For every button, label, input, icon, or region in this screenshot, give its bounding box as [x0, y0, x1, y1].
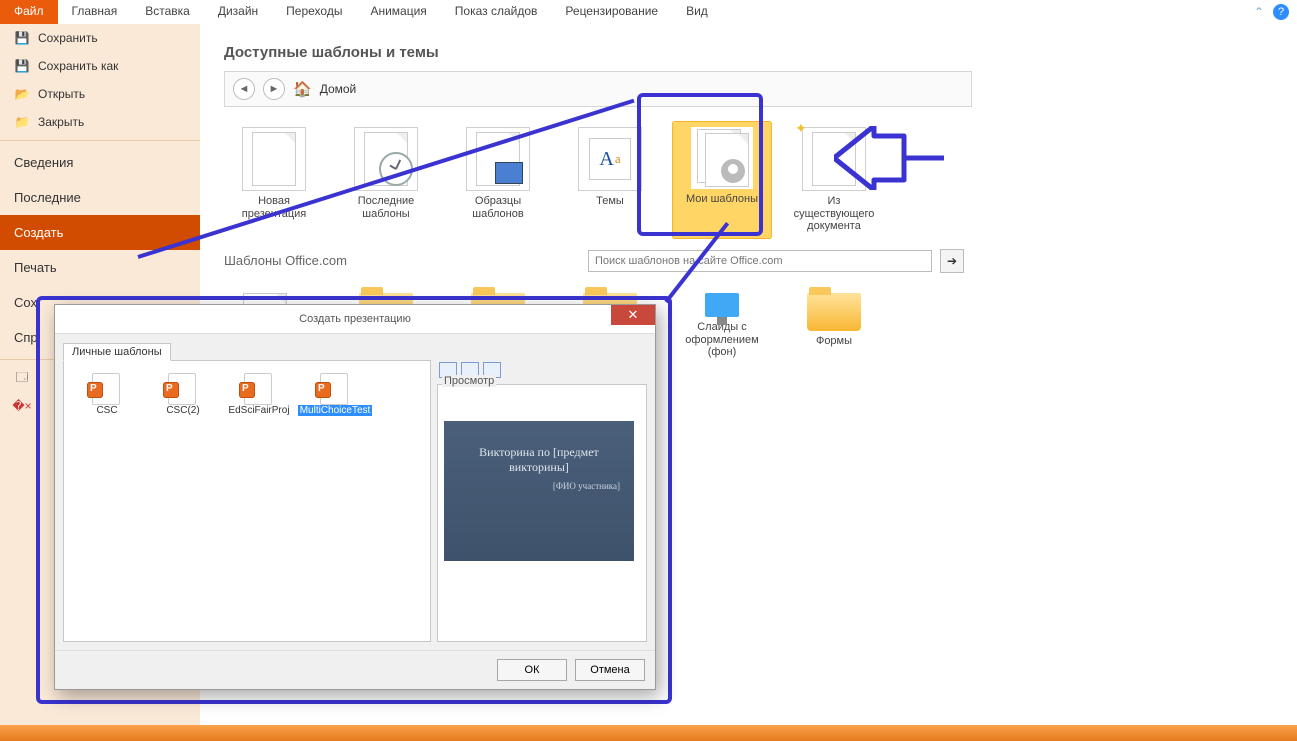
dialog-cancel-button[interactable]: Отмена: [575, 659, 645, 681]
template-blank-label: Новая презентация: [226, 195, 322, 220]
content-heading: Доступные шаблоны и темы: [224, 44, 1273, 61]
dialog-titlebar: Создать презентацию ✕: [55, 305, 655, 334]
preview-slide-title: Викторина по [предмет викторины]: [458, 445, 620, 475]
sidebar-help-label: Спр: [14, 330, 38, 345]
sidebar-open-label: Открыть: [38, 87, 85, 101]
saveas-icon: 💾: [14, 58, 30, 74]
tab-transitions[interactable]: Переходы: [272, 0, 356, 24]
exit-icon: �×: [14, 398, 30, 414]
search-go-button[interactable]: ➔: [940, 249, 964, 273]
sidebar-info[interactable]: Сведения: [0, 145, 200, 180]
options-icon: 🗔: [14, 370, 30, 386]
sidebar-new[interactable]: Создать: [0, 215, 200, 250]
category-slides-bg[interactable]: Слайды с оформлением (фон): [672, 287, 772, 365]
template-sample[interactable]: Образцы шаблонов: [448, 121, 548, 239]
new-presentation-dialog: Создать презентацию ✕ Личные шаблоны CSC…: [54, 304, 656, 690]
dlg-item-csc2-label: CSC(2): [166, 405, 199, 416]
template-existing-label: Из существующего документа: [786, 195, 882, 233]
template-search-input[interactable]: [588, 250, 932, 272]
template-sample-label: Образцы шаблонов: [450, 195, 546, 220]
sidebar-recent-label: Последние: [14, 190, 81, 205]
preview-label: Просмотр: [442, 375, 496, 387]
dialog-tab-personal[interactable]: Личные шаблоны: [63, 343, 171, 361]
nav-forward-button[interactable]: ►: [263, 78, 285, 100]
dialog-title-text: Создать презентацию: [299, 313, 411, 325]
help-icon[interactable]: ?: [1273, 4, 1289, 20]
template-my-label: Мои шаблоны: [686, 193, 758, 206]
breadcrumb-home[interactable]: Домой: [320, 82, 357, 96]
office-com-label: Шаблоны Office.com: [224, 253, 347, 268]
dlg-item-csc-label: CSC: [96, 405, 117, 416]
template-my-templates[interactable]: Мои шаблоны: [672, 121, 772, 239]
sidebar-saveas[interactable]: 💾 Сохранить как: [0, 52, 200, 80]
template-breadcrumb-bar: ◄ ► 🏠 Домой: [224, 71, 972, 107]
template-recent[interactable]: Последние шаблоны: [336, 121, 436, 239]
sidebar-print-label: Печать: [14, 260, 57, 275]
category-4-label: Слайды с оформлением (фон): [674, 321, 770, 359]
minimize-ribbon-icon[interactable]: ⌃: [1251, 4, 1267, 20]
template-recent-label: Последние шаблоны: [338, 195, 434, 220]
preview-slide-sub: [ФИО участника]: [458, 481, 620, 491]
dialog-template-list: Личные шаблоны CSC CSC(2) EdSciFairProj …: [63, 360, 431, 642]
dlg-item-multichoice[interactable]: MultiChoiceTest: [298, 369, 372, 420]
sidebar-info-label: Сведения: [14, 155, 73, 170]
dialog-ok-button[interactable]: ОК: [497, 659, 567, 681]
dlg-item-csc2[interactable]: CSC(2): [146, 369, 220, 420]
sidebar-saveas-label: Сохранить как: [38, 59, 118, 73]
office-com-row: Шаблоны Office.com ➔: [224, 249, 964, 273]
template-themes[interactable]: AaТемы: [560, 121, 660, 239]
home-icon[interactable]: 🏠: [293, 80, 312, 98]
sidebar-recent[interactable]: Последние: [0, 180, 200, 215]
tab-review[interactable]: Рецензирование: [551, 0, 672, 24]
dlg-item-edsci-label: EdSciFairProj: [228, 405, 289, 416]
open-icon: 📂: [14, 86, 30, 102]
sidebar-close-label: Закрыть: [38, 115, 84, 129]
tab-file[interactable]: Файл: [0, 0, 58, 24]
dlg-item-csc[interactable]: CSC: [70, 369, 144, 420]
tab-slideshow[interactable]: Показ слайдов: [441, 0, 552, 24]
preview-slide: Викторина по [предмет викторины] [ФИО уч…: [444, 421, 634, 561]
sidebar-save[interactable]: 💾 Сохранить: [0, 24, 200, 52]
nav-back-button[interactable]: ◄: [233, 78, 255, 100]
sidebar-new-label: Создать: [14, 225, 63, 240]
status-bar: [0, 725, 1297, 741]
dialog-close-button[interactable]: ✕: [611, 305, 655, 325]
ribbon-tabs: Файл Главная Вставка Дизайн Переходы Ани…: [0, 0, 1297, 25]
tab-design[interactable]: Дизайн: [204, 0, 272, 24]
spark-icon: ✦: [795, 120, 807, 136]
template-themes-label: Темы: [596, 195, 624, 208]
tab-view[interactable]: Вид: [672, 0, 722, 24]
category-5-label: Формы: [816, 335, 852, 348]
sidebar-open[interactable]: 📂 Открыть: [0, 80, 200, 108]
sidebar-save-label: Сохранить: [38, 31, 98, 45]
save-icon: 💾: [14, 30, 30, 46]
template-from-existing[interactable]: ✦ Из существующего документа: [784, 121, 884, 239]
tab-animation[interactable]: Анимация: [356, 0, 440, 24]
sidebar-share-label: Сох: [14, 295, 37, 310]
tab-insert[interactable]: Вставка: [131, 0, 204, 24]
sidebar-close[interactable]: 📁 Закрыть: [0, 108, 200, 136]
dlg-item-edsci[interactable]: EdSciFairProj: [222, 369, 296, 420]
dialog-preview: Просмотр Викторина по [предмет викторины…: [437, 384, 647, 642]
template-blank[interactable]: Новая презентация: [224, 121, 324, 239]
sidebar-print[interactable]: Печать: [0, 250, 200, 285]
template-grid: Новая презентация Последние шаблоны Обра…: [224, 121, 984, 239]
dlg-item-multi-label: MultiChoiceTest: [298, 405, 373, 416]
close-icon: 📁: [14, 114, 30, 130]
category-forms[interactable]: Формы: [784, 287, 884, 365]
tab-home[interactable]: Главная: [58, 0, 132, 24]
